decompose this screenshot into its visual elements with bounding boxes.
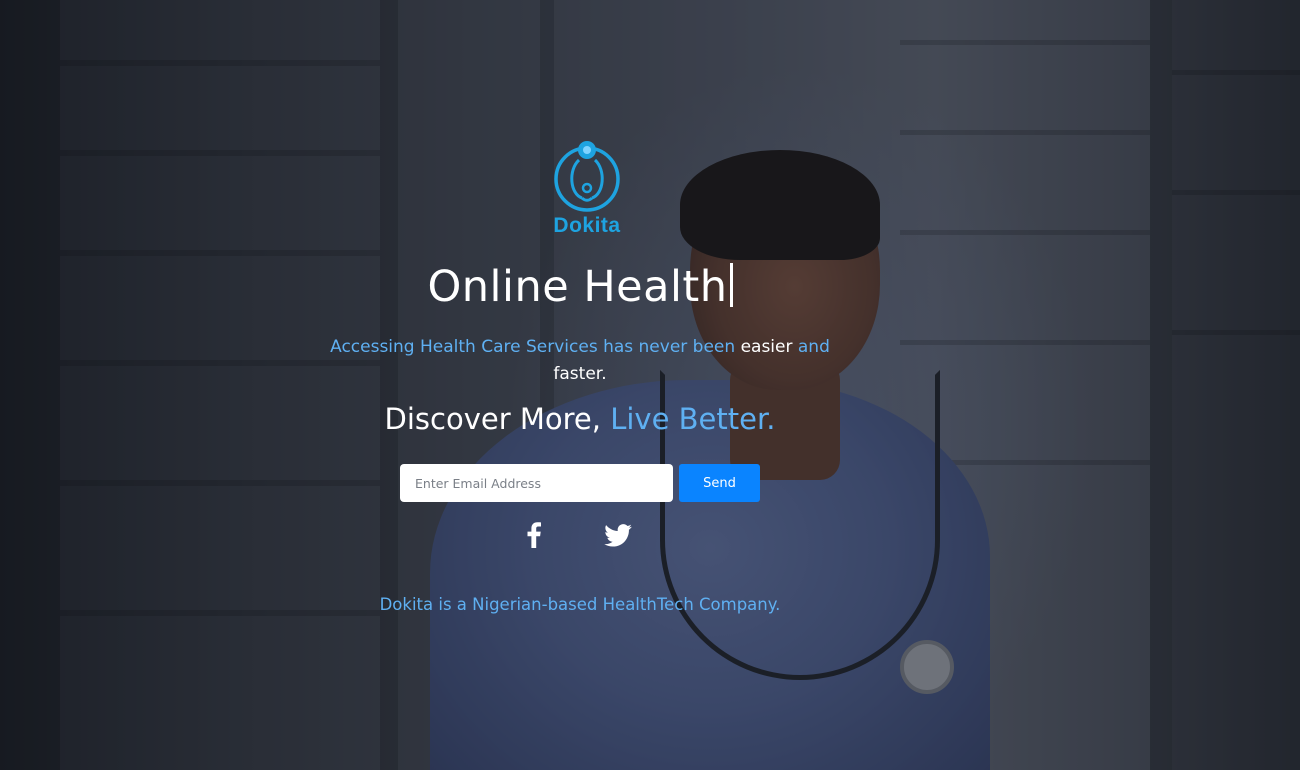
stethoscope-icon xyxy=(554,141,620,212)
facebook-link[interactable] xyxy=(520,519,548,551)
discover-part2: Live Better. xyxy=(610,402,776,436)
facebook-icon xyxy=(527,522,541,548)
tagline-highlight-faster: faster. xyxy=(553,364,607,384)
brand-logo: Dokita xyxy=(546,138,628,238)
brand-name: Dokita xyxy=(553,214,621,237)
hero-headline: Online Health xyxy=(0,262,1160,312)
company-note: Dokita is a Nigerian-based HealthTech Co… xyxy=(379,595,781,614)
typing-cursor xyxy=(729,263,733,307)
headline-text: Online Health xyxy=(427,262,728,312)
hero-tagline: Accessing Health Care Services has never… xyxy=(330,334,830,388)
tagline-highlight-easier: easier xyxy=(740,337,793,357)
tagline-part1: Accessing Health Care Services has never… xyxy=(330,337,741,357)
tagline-part2: and xyxy=(792,337,830,357)
landing-page: Dokita Online Health Accessing Health Ca… xyxy=(0,0,1300,770)
twitter-link[interactable] xyxy=(602,519,634,551)
discover-heading: Discover More, Live Better. xyxy=(0,402,1160,436)
hero-content: Dokita Online Health Accessing Health Ca… xyxy=(0,0,1160,770)
email-input[interactable] xyxy=(400,464,673,502)
discover-part1: Discover More, xyxy=(384,402,611,436)
send-button[interactable]: Send xyxy=(679,464,760,502)
twitter-icon xyxy=(604,523,632,547)
